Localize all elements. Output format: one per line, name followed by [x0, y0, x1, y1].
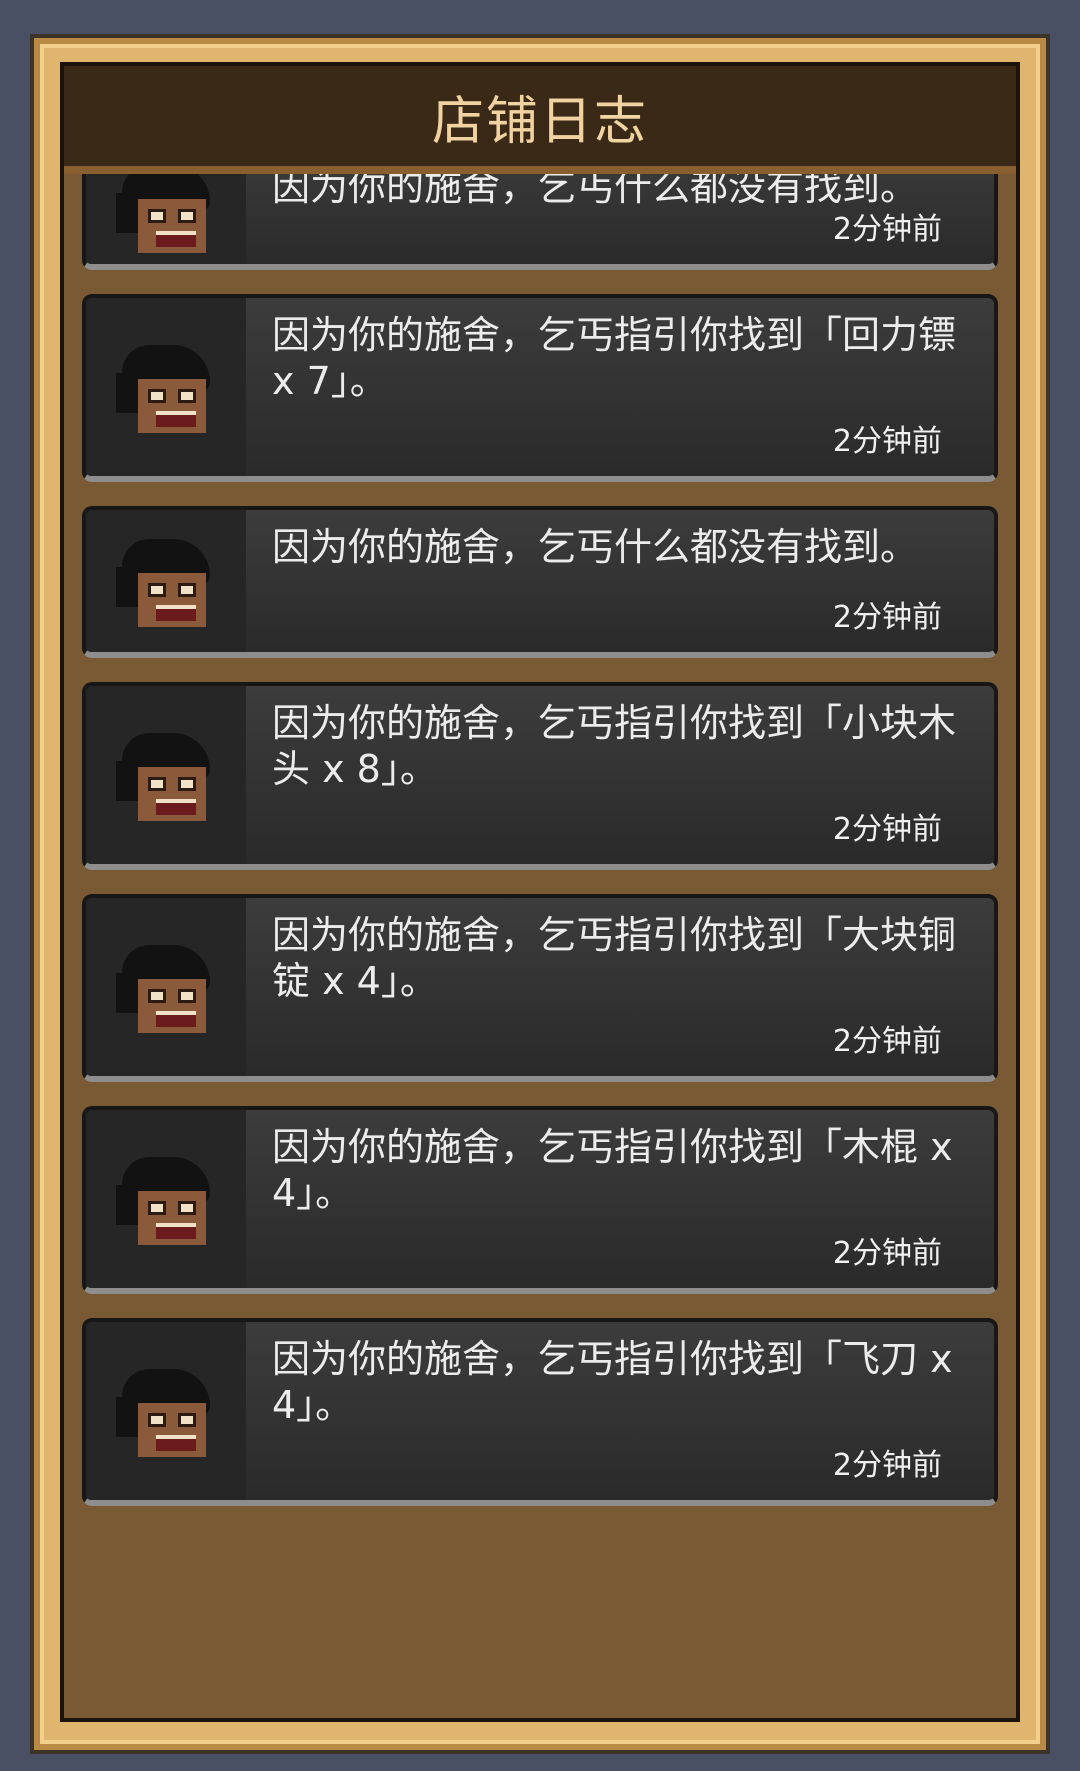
log-list: 因为你的施舍，乞丐什么都没有找到。 2分钟前 因为你的施舍，乞丐指引你找到「回力… [82, 174, 998, 1530]
avatar-cell [86, 510, 246, 652]
entry-message: 因为你的施舍，乞丐指引你找到「小块木头 x 8」。 [272, 701, 957, 791]
entry-timestamp: 2分钟前 [832, 424, 942, 459]
log-entry: 因为你的施舍，乞丐什么都没有找到。 2分钟前 [82, 174, 998, 270]
avatar-cell [86, 898, 246, 1076]
entry-timestamp: 2分钟前 [832, 600, 942, 635]
beggar-avatar-icon [116, 945, 216, 1045]
avatar-cell [86, 1322, 246, 1500]
beggar-avatar-icon [116, 733, 216, 833]
beggar-avatar-icon [116, 1157, 216, 1257]
title-bar: 店铺日志 [64, 66, 1016, 174]
beggar-avatar-icon [116, 174, 216, 264]
avatar-cell [86, 1110, 246, 1288]
log-list-viewport[interactable]: 因为你的施舍，乞丐什么都没有找到。 2分钟前 因为你的施舍，乞丐指引你找到「回力… [64, 174, 1016, 1718]
log-entry: 因为你的施舍，乞丐什么都没有找到。 2分钟前 [82, 506, 998, 658]
entry-timestamp: 2分钟前 [832, 1024, 942, 1059]
log-entry: 因为你的施舍，乞丐指引你找到「回力镖 x 7」。 2分钟前 [82, 294, 998, 482]
entry-text-cell: 因为你的施舍，乞丐指引你找到「飞刀 x 4」。 2分钟前 [246, 1322, 994, 1500]
log-entry: 因为你的施舍，乞丐指引你找到「小块木头 x 8」。 2分钟前 [82, 682, 998, 870]
entry-text-cell: 因为你的施舍，乞丐指引你找到「大块铜锭 x 4」。 2分钟前 [246, 898, 994, 1076]
panel-body: 店铺日志 因为你的施舍，乞丐什么都没有找到。 2分钟前 因为你的施舍，乞丐指引你… [60, 62, 1020, 1722]
entry-text-cell: 因为你的施舍，乞丐什么都没有找到。 2分钟前 [246, 510, 994, 652]
entry-message: 因为你的施舍，乞丐指引你找到「木棍 x 4」。 [272, 1125, 953, 1215]
beggar-avatar-icon [116, 539, 216, 639]
entry-message: 因为你的施舍，乞丐指引你找到「大块铜锭 x 4」。 [272, 913, 957, 1003]
log-entry: 因为你的施舍，乞丐指引你找到「飞刀 x 4」。 2分钟前 [82, 1318, 998, 1506]
entry-message: 因为你的施舍，乞丐什么都没有找到。 [272, 525, 919, 569]
entry-timestamp: 2分钟前 [832, 212, 942, 247]
entry-timestamp: 2分钟前 [832, 1448, 942, 1483]
beggar-avatar-icon [116, 345, 216, 445]
entry-text-cell: 因为你的施舍，乞丐指引你找到「木棍 x 4」。 2分钟前 [246, 1110, 994, 1288]
panel-title: 店铺日志 [431, 91, 648, 152]
shop-log-panel: 店铺日志 因为你的施舍，乞丐什么都没有找到。 2分钟前 因为你的施舍，乞丐指引你… [34, 38, 1046, 1750]
entry-message: 因为你的施舍，乞丐指引你找到「回力镖 x 7」。 [272, 313, 957, 403]
entry-text-cell: 因为你的施舍，乞丐什么都没有找到。 2分钟前 [246, 174, 994, 264]
entry-text-cell: 因为你的施舍，乞丐指引你找到「回力镖 x 7」。 2分钟前 [246, 298, 994, 476]
avatar-cell [86, 174, 246, 264]
entry-message: 因为你的施舍，乞丐指引你找到「飞刀 x 4」。 [272, 1337, 953, 1427]
entry-timestamp: 2分钟前 [832, 1236, 942, 1271]
entry-text-cell: 因为你的施舍，乞丐指引你找到「小块木头 x 8」。 2分钟前 [246, 686, 994, 864]
entry-timestamp: 2分钟前 [832, 812, 942, 847]
log-entry: 因为你的施舍，乞丐指引你找到「大块铜锭 x 4」。 2分钟前 [82, 894, 998, 1082]
log-entry: 因为你的施舍，乞丐指引你找到「木棍 x 4」。 2分钟前 [82, 1106, 998, 1294]
avatar-cell [86, 298, 246, 476]
beggar-avatar-icon [116, 1369, 216, 1469]
avatar-cell [86, 686, 246, 864]
